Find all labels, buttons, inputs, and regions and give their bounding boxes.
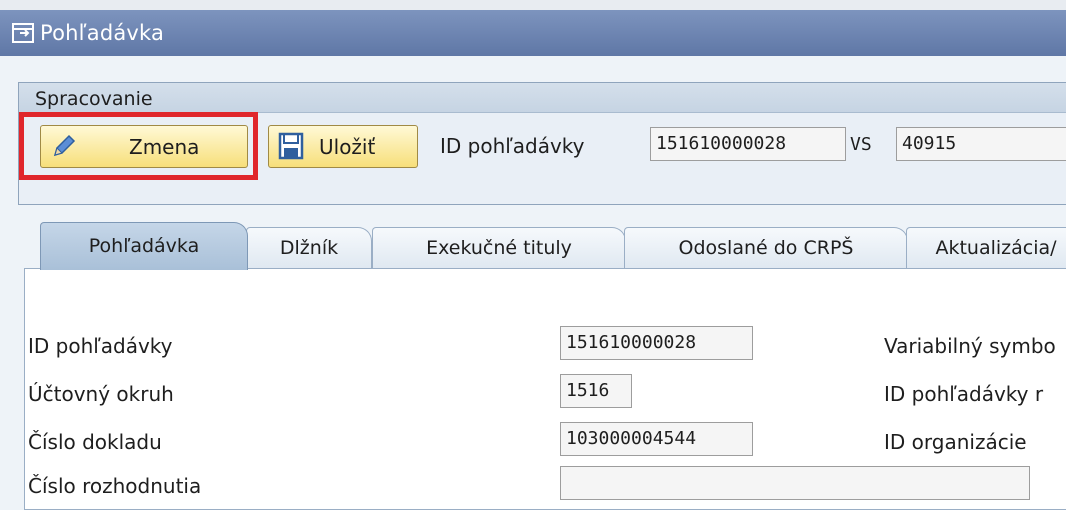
uctovny-okruh-field[interactable]: 1516: [560, 374, 632, 408]
floppy-disk-icon: [278, 132, 304, 160]
form-label-id-pohladavky: ID pohľadávky: [28, 334, 173, 358]
highlight-frame: [19, 112, 258, 180]
window-icon: [12, 23, 34, 43]
form-label-uctovny-okruh: Účtovný okruh: [28, 382, 174, 406]
group-title: Spracovanie: [35, 88, 153, 110]
tab-dlznik[interactable]: Dlžník: [246, 227, 372, 269]
id-field[interactable]: 151610000028: [650, 127, 846, 161]
top-strip: [0, 0, 1066, 10]
form-label-cislo-rozhodnutia: Číslo rozhodnutia: [28, 474, 202, 498]
vs-label: VS: [850, 134, 872, 155]
tab-strip: Pohľadávka Dlžník Exekučné tituly Odosla…: [0, 222, 1066, 270]
tab-aktualizacia[interactable]: Aktualizácia/: [906, 227, 1066, 269]
cislo-rozhodnutia-field[interactable]: [560, 466, 1030, 500]
window-title: Pohľadávka: [40, 21, 165, 45]
save-button-label: Uložiť: [319, 135, 376, 159]
form-label-id-organizacie: ID organizácie: [884, 430, 1027, 454]
group-header: Spracovanie: [19, 83, 1066, 113]
form-label-id-pohladavky-right: ID pohľadávky r: [884, 382, 1044, 406]
tab-odoslane-do-crps[interactable]: Odoslané do CRPŠ: [624, 227, 908, 269]
form-label-variabilny-symbol: Variabilný symbo: [884, 334, 1056, 358]
tab-exekucne-tituly[interactable]: Exekučné tituly: [372, 227, 626, 269]
tab-pohladavka[interactable]: Pohľadávka: [40, 222, 248, 270]
save-button[interactable]: Uložiť: [268, 125, 418, 168]
id-label: ID pohľadávky: [440, 134, 585, 158]
vs-field[interactable]: 40915: [896, 127, 1066, 161]
cislo-dokladu-field[interactable]: 103000004544: [560, 422, 753, 456]
window-title-bar: Pohľadávka: [0, 10, 1066, 56]
form-label-cislo-dokladu: Číslo dokladu: [28, 430, 162, 454]
id-pohladavky-field[interactable]: 151610000028: [560, 326, 753, 360]
